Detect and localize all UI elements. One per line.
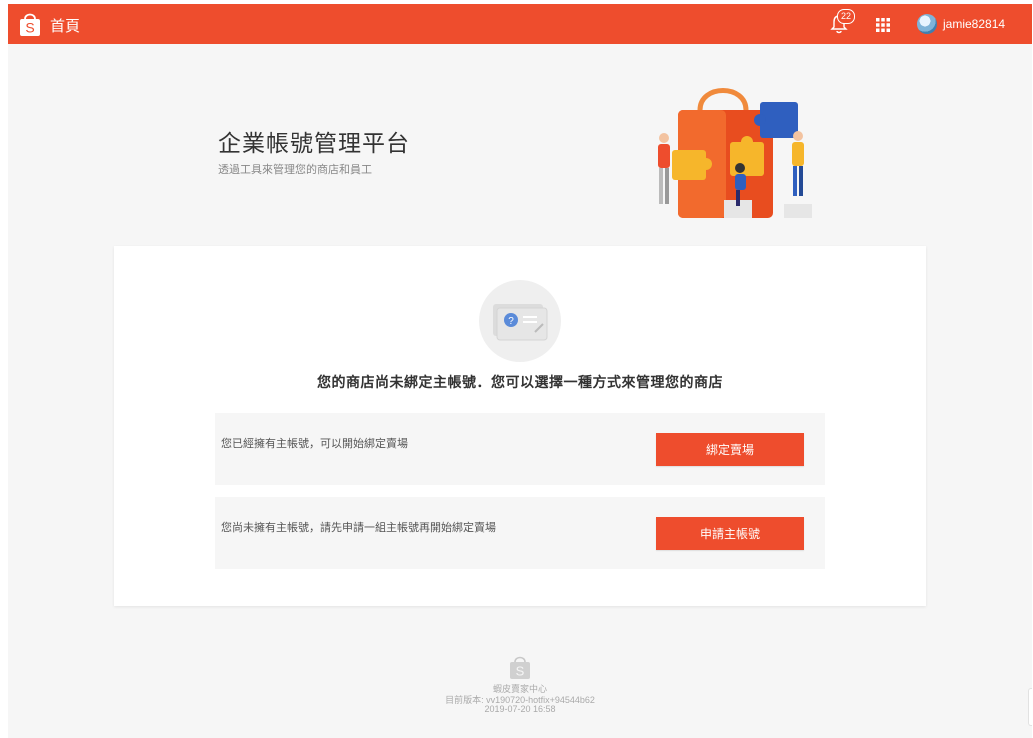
- option-apply-main-account: 您尚未擁有主帳號，請先申請一組主帳號再開始綁定賣場 申請主帳號: [215, 497, 825, 569]
- footer-date: 2019-07-20 16:58: [484, 704, 556, 714]
- option-bind-store: 您已經擁有主帳號，可以開始綁定賣場 綁定賣場: [215, 413, 825, 485]
- apply-main-account-button[interactable]: 申請主帳號: [656, 517, 804, 550]
- page-subtitle: 透過工具來管理您的商店和員工: [218, 164, 372, 176]
- shopee-logo-icon[interactable]: S: [18, 11, 42, 37]
- username[interactable]: jamie82814: [943, 17, 1005, 31]
- home-link[interactable]: 首頁: [50, 15, 80, 36]
- account-binding-card: ? 您的商店尚未綁定主帳號．您可以選擇一種方式來管理您的商店 您已經擁有主帳號，…: [114, 246, 926, 606]
- logo-letter: S: [25, 20, 34, 36]
- svg-text:?: ?: [508, 316, 514, 327]
- bind-store-button[interactable]: 綁定賣場: [656, 433, 804, 466]
- top-navigation-bar: S 首頁 22 jamie82814: [8, 4, 1032, 44]
- id-card-question-icon: ?: [479, 280, 561, 362]
- option-description: 您尚未擁有主帳號，請先申請一組主帳號再開始綁定賣場: [221, 522, 496, 534]
- footer-logo-letter: S: [516, 664, 525, 679]
- option-description: 您已經擁有主帳號，可以開始綁定賣場: [221, 438, 408, 450]
- footer-shopee-logo-icon: S: [510, 656, 530, 679]
- side-feedback-tab[interactable]: [1028, 688, 1032, 726]
- apps-grid-icon[interactable]: [876, 18, 890, 32]
- page: S 首頁 22 jamie82814 企業帳號管理平台 透過工具來管理您的商店和…: [8, 4, 1032, 738]
- binding-status-heading: 您的商店尚未綁定主帳號．您可以選擇一種方式來管理您的商店: [317, 374, 723, 390]
- puzzle-team-illustration: [658, 88, 812, 218]
- page-title: 企業帳號管理平台: [218, 130, 410, 156]
- notification-badge: 22: [837, 9, 855, 24]
- avatar[interactable]: [917, 14, 937, 34]
